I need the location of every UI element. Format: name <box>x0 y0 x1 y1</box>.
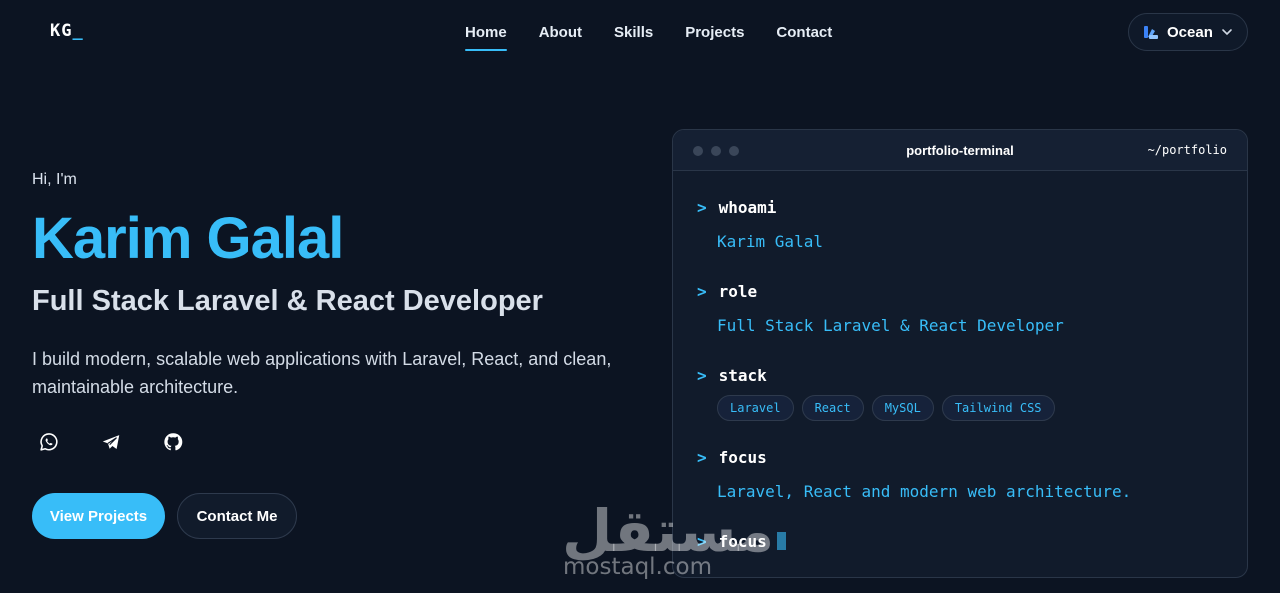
palette-icon <box>1144 26 1158 39</box>
stack-chip-react: React <box>801 395 864 421</box>
hero-greeting: Hi, I'm <box>32 171 77 188</box>
nav-link-contact[interactable]: Contact <box>776 24 832 51</box>
logo-cursor: _ <box>72 21 84 41</box>
command-text: role <box>718 282 758 301</box>
terminal-output: Karim Galal <box>717 232 823 251</box>
terminal-command: > stack <box>697 366 767 385</box>
command-text: focus <box>718 448 767 467</box>
hero-role: Full Stack Laravel & React Developer <box>32 285 543 317</box>
terminal-command: > focus <box>697 448 767 467</box>
command-text: stack <box>718 366 767 385</box>
prompt-symbol: > <box>697 198 707 217</box>
chevron-down-icon <box>1222 29 1232 36</box>
nav-links: Home About Skills Projects Contact <box>465 24 832 51</box>
prompt-symbol: > <box>697 366 707 385</box>
github-icon[interactable] <box>162 431 184 453</box>
command-text: whoami <box>718 198 777 217</box>
nav-link-home[interactable]: Home <box>465 24 507 51</box>
nav-link-projects[interactable]: Projects <box>685 24 744 51</box>
contact-me-button[interactable]: Contact Me <box>177 493 297 539</box>
prompt-symbol: > <box>697 448 707 467</box>
theme-selector-button[interactable]: Ocean <box>1128 13 1248 51</box>
view-projects-button[interactable]: View Projects <box>32 493 165 539</box>
hero-description: I build modern, scalable web application… <box>32 349 612 397</box>
logo-text: KG <box>50 21 73 41</box>
terminal-command: > whoami <box>697 198 776 217</box>
theme-label: Ocean <box>1167 23 1213 41</box>
stack-chip-mysql: MySQL <box>871 395 934 421</box>
prompt-symbol: > <box>697 282 707 301</box>
logo[interactable]: KG_ <box>50 21 84 41</box>
nav-link-skills[interactable]: Skills <box>614 24 653 51</box>
terminal-output: Laravel, React and modern web architectu… <box>717 482 1132 501</box>
cursor-caret <box>776 532 786 550</box>
terminal-output: Full Stack Laravel & React Developer <box>717 316 1064 335</box>
nav-link-about[interactable]: About <box>539 24 582 51</box>
terminal-title-bar: portfolio-terminal ~/portfolio <box>673 130 1247 171</box>
hero-name: Karim Galal <box>32 206 344 271</box>
terminal-path: ~/portfolio <box>1147 143 1227 157</box>
stack-chips: Laravel React MySQL Tailwind CSS <box>717 395 1055 421</box>
top-nav: KG_ Home About Skills Projects Contact O… <box>0 0 1280 64</box>
terminal-command: > role <box>697 282 757 301</box>
telegram-icon[interactable] <box>100 431 122 453</box>
watermark-latin: mostaql.com <box>563 554 712 580</box>
stack-chip-tailwind: Tailwind CSS <box>941 395 1055 421</box>
whatsapp-icon[interactable] <box>38 431 60 453</box>
social-links <box>38 431 184 453</box>
stack-chip-laravel: Laravel <box>717 395 794 421</box>
